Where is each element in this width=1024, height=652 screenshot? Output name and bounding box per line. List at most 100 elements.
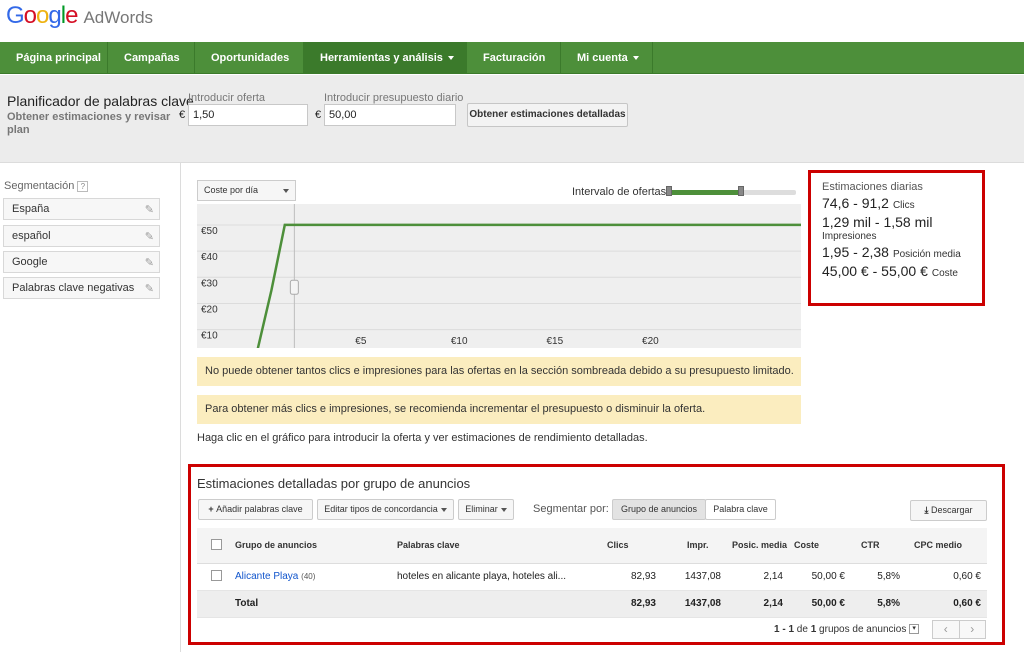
adgroup-cell: Alicante Playa (40) [235, 563, 397, 591]
segment-language[interactable]: español ✎ [3, 225, 160, 247]
budget-input[interactable]: 50,00 [324, 104, 456, 126]
nav-label: Facturación [483, 52, 546, 64]
segment-negative-keywords[interactable]: Palabras clave negativas ✎ [3, 277, 160, 299]
budget-recommendation-notice: Para obtener más clics e impresiones, se… [197, 395, 801, 424]
bid-range-handle-high[interactable] [737, 186, 744, 196]
select-all-checkbox[interactable] [210, 538, 222, 550]
impressions-label: Impresiones [822, 231, 877, 242]
pencil-icon[interactable]: ✎ [145, 227, 154, 247]
segment-by-adgroup-toggle[interactable]: Grupo de anuncios [612, 499, 706, 520]
help-icon[interactable]: ? [77, 180, 89, 192]
nav-label: Campañas [124, 52, 180, 64]
button-label: Añadir palabras clave [216, 504, 303, 514]
total-blank-cell [197, 590, 235, 618]
add-keywords-button[interactable]: + Añadir palabras clave [198, 499, 313, 520]
main-nav: Página principal Campañas Oportunidades … [0, 42, 1024, 74]
pager-label: grupos de anuncios [819, 624, 907, 635]
chart-help-text: Haga clic en el gráfico para introducir … [197, 432, 648, 444]
table-total-row: Total 82,93 1437,08 2,14 50,00 € 5,8% 0,… [197, 590, 987, 618]
edit-match-types-button[interactable]: Editar tipos de concordancia [317, 499, 454, 520]
logo-letter: o [36, 2, 49, 29]
total-clicks: 82,93 [597, 590, 662, 618]
pencil-icon[interactable]: ✎ [145, 253, 154, 273]
x-tick-label: €5 [355, 336, 367, 347]
logo-letter: e [65, 2, 78, 29]
bid-label: Introducir oferta [188, 92, 266, 104]
daily-estimates-title: Estimaciones diarias [822, 181, 923, 193]
page-size-dropdown[interactable]: ▾ [909, 624, 920, 635]
col-cost[interactable]: Coste [789, 528, 851, 564]
nav-tools[interactable]: Herramientas y análisis [304, 42, 467, 73]
total-impressions: 1437,08 [662, 590, 727, 618]
col-avg-position[interactable]: Posic. media [727, 528, 789, 564]
segment-value: España [12, 203, 50, 215]
y-tick-label: €10 [201, 331, 218, 342]
segmentation-label: Segmentación [4, 180, 75, 192]
bid-range-handle-low[interactable] [666, 186, 672, 196]
logo-letter: G [6, 2, 25, 29]
nav-label: Mi cuenta [577, 52, 628, 64]
page-subtitle: Obtener estimaciones y revisar plan [7, 111, 171, 136]
segment-value: Google [12, 256, 48, 268]
nav-billing[interactable]: Facturación [467, 42, 561, 73]
pagination-summary: 1 - 1 de 1 grupos de anuncios ▾ [774, 624, 920, 635]
col-adgroup[interactable]: Grupo de anuncios [235, 528, 397, 564]
chart-metric-select[interactable]: Coste por día [197, 180, 296, 201]
segmentation-title: Segmentación? [4, 180, 89, 192]
pencil-icon[interactable]: ✎ [145, 200, 154, 220]
nav-campaigns[interactable]: Campañas [108, 42, 195, 73]
bid-currency: € [179, 109, 186, 121]
chart-svg: €10 €20 €30 €40 €50 €5 €10 €15 €20 [197, 204, 801, 348]
button-label: Eliminar [465, 504, 498, 514]
total-cost: 50,00 € [789, 590, 851, 618]
panel-divider [180, 163, 181, 652]
col-keywords[interactable]: Palabras clave [397, 528, 597, 564]
position-cell: 2,14 [727, 563, 789, 591]
nav-account[interactable]: Mi cuenta [561, 42, 653, 73]
row-checkbox[interactable] [210, 569, 222, 581]
select-all-cell [197, 528, 235, 564]
get-detailed-estimates-button[interactable]: Obtener estimaciones detalladas [467, 103, 628, 127]
bid-input[interactable]: 1,50 [188, 104, 308, 126]
bid-handle [289, 279, 299, 295]
segment-network[interactable]: Google ✎ [3, 251, 160, 273]
pencil-icon[interactable]: ✎ [145, 279, 154, 299]
y-tick-label: €30 [201, 278, 218, 289]
impressions-cell: 1437,08 [662, 563, 727, 591]
download-button[interactable]: ⤓ Descargar [910, 500, 987, 521]
logo-letter: g [48, 2, 61, 29]
segment-value: Palabras clave negativas [12, 282, 135, 294]
nav-opportunities[interactable]: Oportunidades [195, 42, 304, 73]
cost-label: Coste [931, 268, 958, 279]
x-tick-label: €10 [451, 336, 468, 347]
cost-estimate: 45,00 € - 55,00 € [822, 263, 928, 279]
google-adwords-logo[interactable]: Google AdWords [6, 2, 153, 30]
delete-button[interactable]: Eliminar [458, 499, 514, 520]
clicks-label: Clics [892, 200, 915, 211]
col-impressions[interactable]: Impr. [662, 528, 727, 564]
bid-range-label: Intervalo de ofertas [572, 186, 667, 198]
nav-home[interactable]: Página principal [0, 42, 108, 73]
segment-by-keyword-toggle[interactable]: Palabra clave [705, 499, 776, 520]
bid-cost-chart[interactable]: €10 €20 €30 €40 €50 €5 €10 €15 €20 [197, 204, 801, 348]
keyword-count: (40) [301, 572, 316, 581]
estimates-table: Grupo de anuncios Palabras clave Clics I… [197, 528, 987, 618]
table-row: Alicante Playa (40) hoteles en alicante … [197, 563, 987, 591]
chevron-down-icon [440, 507, 447, 512]
col-ctr[interactable]: CTR [851, 528, 906, 564]
table-header-row: Grupo de anuncios Palabras clave Clics I… [197, 528, 987, 564]
budget-label: Introducir presupuesto diario [324, 92, 464, 104]
prev-page-icon[interactable]: ‹ [933, 621, 960, 638]
button-label: Descargar [930, 505, 973, 515]
segment-location[interactable]: España ✎ [3, 198, 160, 220]
col-avg-cpc[interactable]: CPC medio [906, 528, 987, 564]
col-clicks[interactable]: Clics [597, 528, 662, 564]
next-page-icon[interactable]: › [960, 621, 986, 638]
row-checkbox-cell [197, 563, 235, 591]
adgroup-link[interactable]: Alicante Playa [235, 571, 298, 582]
cpc-cell: 0,60 € [906, 563, 987, 591]
position-estimate: 1,95 - 2,38 [822, 244, 889, 260]
pager-of: de [796, 624, 808, 635]
page-title: Planificador de palabras clave [7, 93, 194, 109]
chevron-down-icon [447, 56, 454, 61]
